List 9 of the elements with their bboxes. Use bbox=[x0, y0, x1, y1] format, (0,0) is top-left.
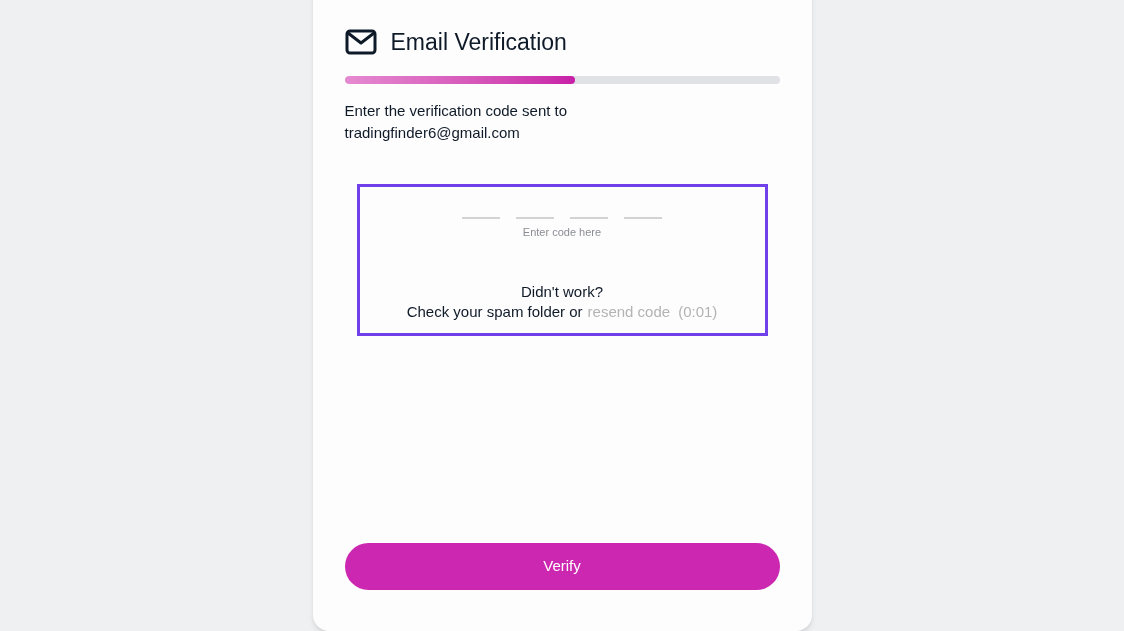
envelope-icon bbox=[344, 29, 377, 56]
help-text: Check your spam folder or bbox=[406, 302, 583, 322]
code-input-field[interactable]: Enter code here bbox=[462, 216, 662, 240]
page-title: Email Verification bbox=[390, 28, 567, 57]
countdown-timer: (0:01) bbox=[678, 302, 718, 322]
email-address: tradingfinder6@gmail.com bbox=[344, 122, 521, 143]
help-heading: Didn't work? bbox=[520, 282, 604, 302]
verify-button[interactable]: Verify bbox=[344, 543, 780, 590]
instruction-text: Enter the verification code sent to bbox=[344, 100, 569, 121]
